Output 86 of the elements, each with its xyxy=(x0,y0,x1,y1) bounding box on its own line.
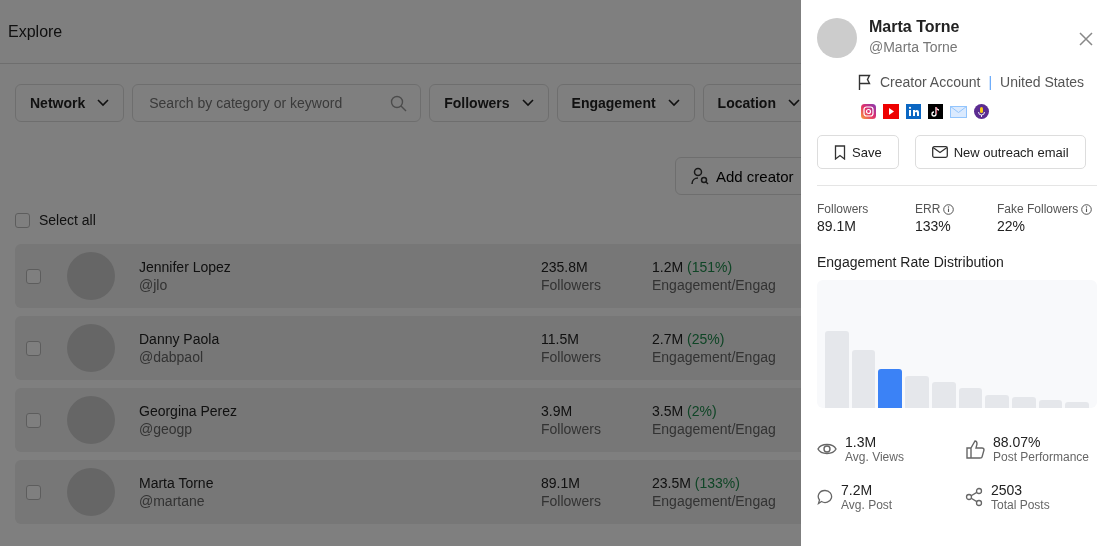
creator-name: Marta Torne xyxy=(139,475,215,491)
chart-bar xyxy=(1011,397,1036,408)
chart-title: Engagement Rate Distribution xyxy=(817,254,1005,270)
filter-dropdown[interactable]: Network xyxy=(15,84,125,122)
creator-handle: @Marta Torne xyxy=(869,39,959,55)
creator-handle: @jlo xyxy=(139,277,169,293)
row-checkbox[interactable] xyxy=(26,268,41,284)
creator-name: Danny Paola xyxy=(139,331,221,347)
chart-bar xyxy=(878,369,903,408)
engagement-value: 1.2M (151%) xyxy=(652,259,734,275)
chart-bar xyxy=(1065,402,1090,408)
stat-value: 22% xyxy=(997,218,1027,234)
engagement-label: Engagement/Engag xyxy=(652,493,776,509)
bookmark-icon xyxy=(834,144,846,160)
filter-dropdown[interactable]: Followers xyxy=(429,84,549,122)
engagement-value: 3.5M (2%) xyxy=(652,403,718,419)
creator-handle: @martane xyxy=(139,493,206,509)
followers-label: Followers xyxy=(541,421,602,437)
metric-label: Avg. Post xyxy=(841,498,893,512)
engagement-value: 2.7M (25%) xyxy=(652,331,726,347)
engagement-label: Engagement/Engag xyxy=(652,349,776,365)
filter-dropdown[interactable]: Engagement xyxy=(556,84,695,122)
followers-count: 3.9M xyxy=(541,403,574,419)
chart-bar xyxy=(851,350,876,408)
user-search-icon xyxy=(690,166,710,186)
followers-count: 89.1M xyxy=(541,475,581,491)
creator-name: Jennifer Lopez xyxy=(139,259,232,275)
metric-value: 88.07% xyxy=(993,434,1042,450)
camera-icon[interactable] xyxy=(861,104,876,119)
eye-icon xyxy=(817,442,837,456)
followers-label: Followers xyxy=(541,349,602,365)
engagement-label: Engagement/Engag xyxy=(652,421,776,437)
engagement-value: 23.5M (133%) xyxy=(652,475,741,491)
stat-value: 89.1M xyxy=(817,218,857,234)
stat-value: 133% xyxy=(915,218,952,234)
chevron-down-icon xyxy=(521,99,534,107)
chevron-down-icon xyxy=(97,99,110,107)
speech-bubble-icon xyxy=(817,489,833,505)
info-icon[interactable] xyxy=(943,203,955,215)
chart-bar xyxy=(1038,400,1063,408)
engagement-label: Engagement/Engag xyxy=(652,277,776,293)
metric-value: 2503 xyxy=(991,482,1024,498)
row-checkbox[interactable] xyxy=(26,484,41,500)
select-all-checkbox[interactable] xyxy=(15,212,30,228)
envelope-icon[interactable] xyxy=(950,104,967,119)
row-checkbox[interactable] xyxy=(26,412,41,428)
followers-count: 11.5M xyxy=(541,331,580,347)
save-button[interactable]: Save xyxy=(817,135,899,169)
envelope-icon xyxy=(931,146,948,158)
page-title: Explore xyxy=(8,22,63,41)
followers-label: Followers xyxy=(541,277,602,293)
in-icon[interactable] xyxy=(906,104,921,119)
search-icon xyxy=(390,95,408,112)
search-field[interactable]: Search by category or keyword xyxy=(132,84,422,122)
stat-label: Followers xyxy=(817,202,869,216)
stat-label: Fake Followers xyxy=(997,202,1079,216)
stat-label: ERR xyxy=(915,202,941,216)
creator-handle: @dabpaol xyxy=(139,349,205,365)
email-button[interactable]: New outreach email xyxy=(914,135,1086,169)
chart-bar xyxy=(985,395,1009,408)
creator-handle: @geogp xyxy=(139,421,194,437)
account-type: Creator Account xyxy=(880,74,981,90)
flag-icon xyxy=(858,74,872,90)
chart-bar xyxy=(931,382,956,408)
row-checkbox[interactable] xyxy=(26,340,41,356)
info-icon[interactable] xyxy=(1081,203,1093,215)
avatar-placeholder xyxy=(817,18,857,58)
microphone-icon[interactable] xyxy=(974,104,989,119)
followers-label: Followers xyxy=(541,493,602,509)
play-icon[interactable] xyxy=(883,104,899,119)
metric-value: 1.3M xyxy=(845,434,878,450)
creator-name: Georgina Perez xyxy=(139,403,239,419)
select-all-label: Select all xyxy=(39,212,96,228)
chevron-down-icon xyxy=(667,99,680,107)
followers-count: 235.8M xyxy=(541,259,589,275)
note-icon[interactable] xyxy=(928,104,943,119)
thumbs-up-icon xyxy=(965,439,985,459)
share-icon xyxy=(965,487,983,507)
chart-bar xyxy=(905,376,929,408)
separator: | xyxy=(988,74,993,90)
chart-bar xyxy=(958,388,983,408)
country: United States xyxy=(1000,74,1085,90)
creator-name: Marta Torne xyxy=(869,18,960,36)
chevron-down-icon xyxy=(787,99,800,107)
metric-label: Total Posts xyxy=(991,498,1050,512)
metric-value: 7.2M xyxy=(841,482,874,498)
